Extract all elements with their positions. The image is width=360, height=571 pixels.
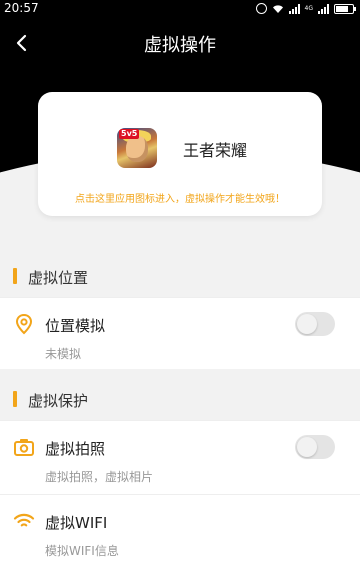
location-pin-icon	[15, 313, 33, 335]
status-bar: 20:57 4G	[0, 0, 360, 18]
divider	[0, 494, 360, 495]
signal-icon-2	[318, 3, 329, 14]
toggle-knob	[297, 314, 317, 334]
wifi-status-icon	[272, 4, 283, 13]
camera-icon	[14, 439, 34, 456]
nav-bar: 虚拟操作	[0, 25, 360, 61]
section-title: 虚拟位置	[28, 269, 89, 287]
app-hint: 点击这里应用图标进入，虚拟操作才能生效哦！	[75, 194, 285, 205]
row-location-simulation[interactable]: 位置模拟 未模拟	[0, 297, 360, 369]
section-header-virtual-protection: 虚拟保护	[0, 380, 360, 420]
status-time: 20:57	[4, 1, 39, 15]
network-label: 4G	[304, 4, 313, 12]
status-icons: 4G	[255, 3, 356, 14]
signal-icon	[288, 3, 300, 14]
divider	[0, 420, 360, 421]
row-subtitle: 未模拟	[45, 347, 82, 361]
section-header-virtual-location: 虚拟位置	[0, 257, 360, 297]
row-title: 位置模拟	[45, 317, 106, 335]
app-icon[interactable]: 5v5	[117, 128, 157, 168]
toggle-knob	[297, 437, 317, 457]
app-card[interactable]: 5v5 王者荣耀 点击这里应用图标进入，虚拟操作才能生效哦！	[38, 92, 322, 216]
battery-icon	[334, 3, 356, 14]
app-name: 王者荣耀	[183, 141, 248, 160]
location-simulation-toggle[interactable]	[295, 312, 335, 336]
hero-face	[126, 136, 148, 162]
alarm-icon	[255, 3, 267, 14]
section-title: 虚拟保护	[28, 392, 89, 410]
row-title: 虚拟拍照	[45, 440, 106, 458]
app-icon-badge: 5v5	[119, 129, 140, 139]
row-virtual-photo[interactable]: 虚拟拍照 虚拟拍照，虚拟相片	[0, 420, 360, 494]
row-virtual-wifi[interactable]: 虚拟WIFI 模拟WIFI信息	[0, 494, 360, 571]
row-title: 虚拟WIFI	[45, 514, 108, 532]
row-subtitle: 虚拟拍照，虚拟相片	[45, 470, 154, 484]
page-title: 虚拟操作	[144, 35, 216, 56]
section-accent-bar	[13, 391, 17, 407]
wifi-icon	[13, 513, 35, 527]
virtual-photo-toggle[interactable]	[295, 435, 335, 459]
row-subtitle: 模拟WIFI信息	[45, 544, 119, 558]
divider	[0, 297, 360, 298]
section-accent-bar	[13, 268, 17, 284]
